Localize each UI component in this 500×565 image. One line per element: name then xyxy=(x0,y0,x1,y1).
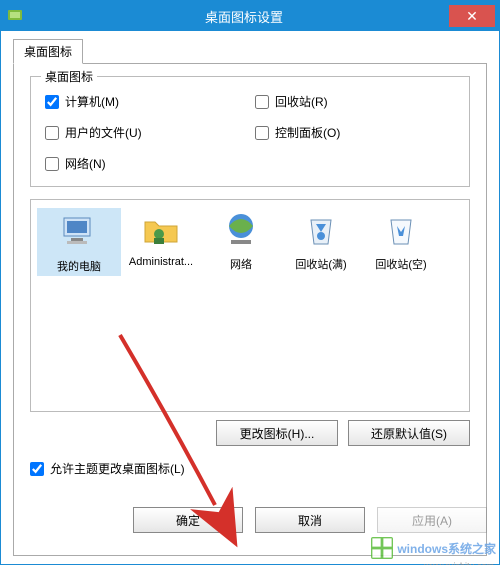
icon-label-admin: Administrat... xyxy=(121,256,201,268)
checkbox-computer[interactable]: 计算机(M) xyxy=(45,93,245,110)
user-folder-icon xyxy=(141,210,181,250)
icon-list[interactable]: 我的电脑 Administrat... 网络 xyxy=(30,199,470,412)
checkbox-network[interactable]: 网络(N) xyxy=(45,155,245,172)
checkbox-theme-label: 允许主题更改桌面图标(L) xyxy=(50,460,185,477)
apply-button[interactable]: 应用(A) xyxy=(377,507,487,533)
icon-item-network[interactable]: 网络 xyxy=(201,208,281,272)
checkbox-recycle[interactable]: 回收站(R) xyxy=(255,93,455,110)
checkbox-userfiles[interactable]: 用户的文件(U) xyxy=(45,124,245,141)
checkbox-controlpanel[interactable]: 控制面板(O) xyxy=(255,124,455,141)
checkbox-userfiles-input[interactable] xyxy=(45,126,59,140)
tab-page: 桌面图标 计算机(M) 回收站(R) 用户的文件(U) xyxy=(13,63,487,556)
computer-icon xyxy=(59,212,99,252)
titlebar: 桌面图标设置 ✕ xyxy=(1,1,499,31)
watermark-sub: www.ruishitu.com xyxy=(424,561,494,565)
dialog-window: 桌面图标设置 ✕ 桌面图标 桌面图标 计算机(M) 回收站(R) xyxy=(0,0,500,565)
checkbox-network-label: 网络(N) xyxy=(65,155,106,172)
recycle-full-icon xyxy=(301,210,341,250)
tab-desktop-icons[interactable]: 桌面图标 xyxy=(13,39,83,64)
checkbox-recycle-input[interactable] xyxy=(255,95,269,109)
checkbox-theme-input[interactable] xyxy=(30,462,44,476)
recycle-empty-icon xyxy=(381,210,421,250)
restore-default-button[interactable]: 还原默认值(S) xyxy=(348,420,470,446)
network-icon xyxy=(221,210,261,250)
group-legend: 桌面图标 xyxy=(41,68,97,85)
checkbox-computer-label: 计算机(M) xyxy=(65,93,119,110)
close-button[interactable]: ✕ xyxy=(449,5,495,27)
checkbox-computer-input[interactable] xyxy=(45,95,59,109)
checkbox-recycle-label: 回收站(R) xyxy=(275,93,328,110)
dialog-body: 桌面图标 桌面图标 计算机(M) 回收站(R) 用户的文件(U) xyxy=(1,31,499,564)
checkbox-theme[interactable]: 允许主题更改桌面图标(L) xyxy=(30,460,470,477)
icon-item-recycle-full[interactable]: 回收站(满) xyxy=(281,208,361,272)
icon-buttons-row: 更改图标(H)... 还原默认值(S) xyxy=(30,420,470,446)
checkbox-controlpanel-label: 控制面板(O) xyxy=(275,124,340,141)
change-icon-button[interactable]: 更改图标(H)... xyxy=(216,420,338,446)
tab-strip: 桌面图标 xyxy=(13,41,487,63)
checkbox-controlpanel-input[interactable] xyxy=(255,126,269,140)
cancel-button[interactable]: 取消 xyxy=(255,507,365,533)
icon-item-mycomputer[interactable]: 我的电脑 xyxy=(37,208,121,276)
icon-label-recycle-full: 回收站(满) xyxy=(281,256,361,272)
window-title: 桌面图标设置 xyxy=(0,7,499,26)
checkbox-grid: 计算机(M) 回收站(R) 用户的文件(U) 控制面板(O) xyxy=(45,93,455,172)
checkbox-userfiles-label: 用户的文件(U) xyxy=(65,124,142,141)
icon-label-recycle-empty: 回收站(空) xyxy=(361,256,441,272)
checkbox-network-input[interactable] xyxy=(45,157,59,171)
close-icon: ✕ xyxy=(466,9,478,23)
icon-label-network: 网络 xyxy=(201,256,281,272)
dialog-buttons-row: 确定 取消 应用(A) xyxy=(150,507,470,533)
icon-item-recycle-empty[interactable]: 回收站(空) xyxy=(361,208,441,272)
ok-button[interactable]: 确定 xyxy=(133,507,243,533)
desktop-icons-group: 桌面图标 计算机(M) 回收站(R) 用户的文件(U) xyxy=(30,76,470,187)
icon-label-mycomputer: 我的电脑 xyxy=(39,258,119,274)
icon-item-admin[interactable]: Administrat... xyxy=(121,208,201,268)
